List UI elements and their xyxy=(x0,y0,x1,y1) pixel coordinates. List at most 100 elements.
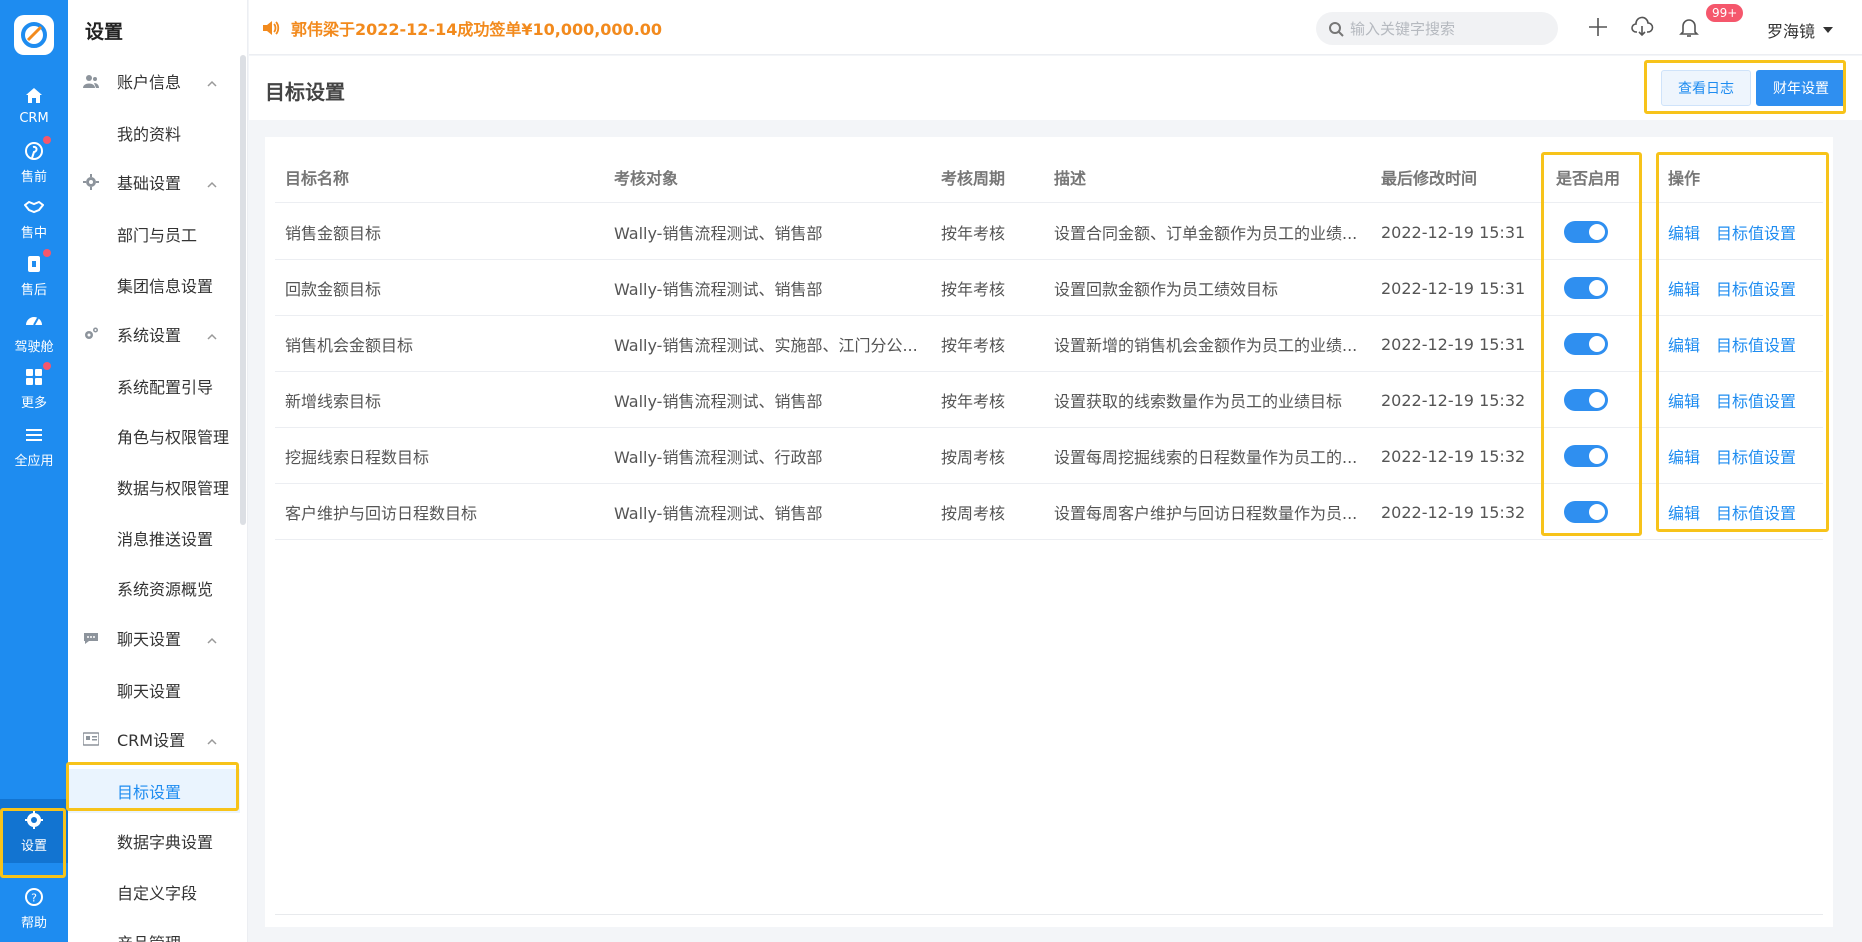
menu-group-chat[interactable]: 聊天设置 xyxy=(68,618,240,658)
rail-item-presales[interactable]: 售前 xyxy=(0,130,68,194)
cell-enabled xyxy=(1556,484,1646,540)
menu-item-chat-settings[interactable]: 聊天设置 xyxy=(68,668,240,712)
gear-icon xyxy=(23,809,45,831)
set-value-link[interactable]: 目标值设置 xyxy=(1716,388,1796,412)
menu-item-dept[interactable]: 部门与员工 xyxy=(68,212,240,256)
rail-item-settings[interactable]: 设置 xyxy=(0,799,68,863)
menu-group-basic[interactable]: 基础设置 xyxy=(68,162,240,202)
cell-enabled xyxy=(1556,260,1646,316)
cell-actions: 编辑 目标值设置 xyxy=(1668,372,1828,428)
table-row: 回款金额目标 Wally-销售流程测试、销售部 按年考核 设置回款金额作为员工绩… xyxy=(275,260,1823,316)
menu-item-custom-fields[interactable]: 自定义字段 xyxy=(68,870,240,914)
rail-item-label: 帮助 xyxy=(20,915,47,931)
cell-name: 挖掘线索日程数目标 xyxy=(285,448,430,467)
menu-item-profile[interactable]: 我的资料 xyxy=(68,111,240,155)
menu-icon xyxy=(23,424,45,446)
enabled-toggle[interactable] xyxy=(1564,445,1608,467)
cell-desc: 设置每周客户维护与回访日程数量作为员... xyxy=(1054,504,1358,523)
set-value-link[interactable]: 目标值设置 xyxy=(1716,444,1796,468)
edit-link[interactable]: 编辑 xyxy=(1668,220,1700,244)
cell-enabled xyxy=(1556,372,1646,428)
add-button[interactable] xyxy=(1585,14,1611,40)
cell-actions: 编辑 目标值设置 xyxy=(1668,204,1828,260)
edit-link[interactable]: 编辑 xyxy=(1668,332,1700,356)
menu-scrollbar[interactable] xyxy=(240,55,246,525)
set-value-link[interactable]: 目标值设置 xyxy=(1716,276,1796,300)
app-logo[interactable] xyxy=(14,15,54,55)
notifications-button[interactable] xyxy=(1676,14,1702,40)
menu-item-push[interactable]: 消息推送设置 xyxy=(68,516,240,560)
rail-item-label: 售前 xyxy=(20,169,47,185)
table-bottom-divider xyxy=(275,914,1823,915)
chevron-up-icon xyxy=(206,176,218,188)
cell-name: 客户维护与回访日程数目标 xyxy=(285,504,478,523)
edit-link[interactable]: 编辑 xyxy=(1668,500,1700,524)
chat-icon xyxy=(82,629,100,647)
id-card-icon xyxy=(82,730,100,748)
page-header: 目标设置 查看日志 财年设置 xyxy=(249,56,1862,120)
rail-item-insales[interactable]: 售中 xyxy=(0,186,68,250)
rail-item-help[interactable]: ? 帮助 xyxy=(0,878,68,938)
rail-item-aftersales[interactable]: 售后 xyxy=(0,243,68,307)
edit-link[interactable]: 编辑 xyxy=(1668,276,1700,300)
header-name: 目标名称 xyxy=(285,169,350,188)
enabled-toggle[interactable] xyxy=(1564,277,1608,299)
goals-table: 目标名称 考核对象 考核周期 描述 最后修改时间 是否启用 操作 销售金额目标 … xyxy=(265,137,1833,927)
set-value-link[interactable]: 目标值设置 xyxy=(1716,500,1796,524)
enabled-toggle[interactable] xyxy=(1564,221,1608,243)
fiscal-year-button[interactable]: 财年设置 xyxy=(1756,70,1846,106)
enabled-toggle[interactable] xyxy=(1564,501,1608,523)
menu-group-system[interactable]: 系统设置 xyxy=(68,314,240,354)
cell-enabled xyxy=(1556,316,1646,372)
grid-icon xyxy=(23,361,51,388)
edit-link[interactable]: 编辑 xyxy=(1668,388,1700,412)
search-box[interactable] xyxy=(1316,12,1558,45)
settings-menu: 设置 账户信息 我的资料 基础设置 部门与员工 集团信息设置 系统设置 系统配置… xyxy=(68,0,248,942)
app-rail: CRM 售前 售中 售后 驾驶舱 更多 全应用 设置 ? 帮助 xyxy=(0,0,68,942)
top-bar: 郭伟梁于2022-12-14成功签单¥10,000,000.00 99+ 罗海镜 xyxy=(249,0,1862,55)
set-value-link[interactable]: 目标值设置 xyxy=(1716,332,1796,356)
menu-item-dictionary[interactable]: 数据字典设置 xyxy=(68,819,240,863)
menu-item-sys-guide[interactable]: 系统配置引导 xyxy=(68,364,240,408)
menu-item-goals[interactable]: 目标设置 xyxy=(68,769,240,813)
user-menu[interactable]: 罗海镜 xyxy=(1767,18,1834,42)
header-actions: 操作 xyxy=(1668,169,1701,188)
rail-item-more[interactable]: 更多 xyxy=(0,356,68,420)
header-enabled: 是否启用 xyxy=(1556,169,1621,188)
menu-item-data-perm[interactable]: 数据与权限管理 xyxy=(68,465,240,509)
help-icon: ? xyxy=(23,886,45,908)
menu-item-roles[interactable]: 角色与权限管理 xyxy=(68,414,240,458)
menu-group-label: 聊天设置 xyxy=(117,630,182,649)
chevron-up-icon xyxy=(206,75,218,87)
menu-title: 设置 xyxy=(85,21,124,43)
dashboard-icon xyxy=(23,310,45,332)
announcement[interactable]: 郭伟梁于2022-12-14成功签单¥10,000,000.00 xyxy=(261,16,662,40)
announcement-text: 郭伟梁于2022-12-14成功签单¥10,000,000.00 xyxy=(291,20,663,39)
menu-item-resources[interactable]: 系统资源概览 xyxy=(68,566,240,610)
enabled-toggle[interactable] xyxy=(1564,389,1608,411)
rail-item-label: CRM xyxy=(19,110,49,126)
notification-dot xyxy=(43,248,51,257)
rail-item-all-apps[interactable]: 全应用 xyxy=(0,414,68,478)
menu-group-crm[interactable]: CRM设置 xyxy=(68,719,240,759)
cell-cycle: 按周考核 xyxy=(941,504,1006,523)
menu-item-group-info[interactable]: 集团信息设置 xyxy=(68,263,240,307)
search-input[interactable] xyxy=(1350,19,1550,38)
cell-desc: 设置回款金额作为员工绩效目标 xyxy=(1054,280,1279,299)
cell-target: Wally-销售流程测试、销售部 xyxy=(614,504,823,523)
cell-enabled xyxy=(1556,204,1646,260)
chevron-up-icon xyxy=(206,733,218,745)
download-button[interactable] xyxy=(1629,14,1655,40)
table-row: 销售机会金额目标 Wally-销售流程测试、实施部、江门分公... 按年考核 设… xyxy=(275,316,1823,372)
header-target: 考核对象 xyxy=(614,169,679,188)
menu-group-label: 基础设置 xyxy=(117,174,182,193)
menu-group-account[interactable]: 账户信息 xyxy=(68,61,240,101)
speaker-icon xyxy=(263,21,280,35)
set-value-link[interactable]: 目标值设置 xyxy=(1716,220,1796,244)
menu-item-product[interactable]: 产品管理 xyxy=(68,920,240,942)
edit-link[interactable]: 编辑 xyxy=(1668,444,1700,468)
view-log-button[interactable]: 查看日志 xyxy=(1661,70,1751,106)
enabled-toggle[interactable] xyxy=(1564,333,1608,355)
rail-item-cockpit[interactable]: 驾驶舱 xyxy=(0,300,68,364)
rail-item-crm[interactable]: CRM xyxy=(0,73,68,137)
